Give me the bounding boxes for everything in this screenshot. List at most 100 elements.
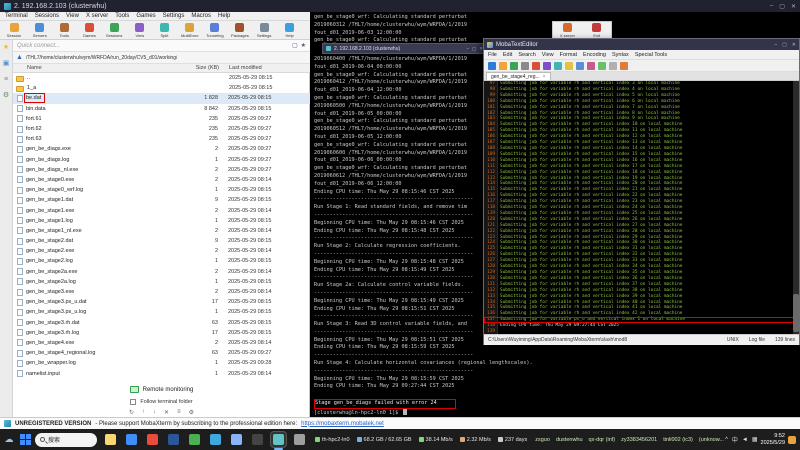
toolbar-button[interactable]: MultiExec: [177, 23, 202, 38]
upload-icon[interactable]: ↑: [142, 409, 145, 415]
chrome-icon[interactable]: [145, 432, 160, 447]
file-row[interactable]: fort.62 235 2025-05-29 09:27: [13, 124, 310, 134]
editor-menu-item[interactable]: File: [488, 52, 497, 58]
file-row[interactable]: gen_be_stage4_regional.log 63 2025-05-29…: [13, 348, 310, 358]
refresh-icon[interactable]: ↻: [129, 409, 134, 416]
menu-item[interactable]: X server: [86, 13, 108, 19]
maximize-icon[interactable]: ▢: [779, 3, 785, 10]
file-row[interactable]: gen_be_stage3.ps_u.log 1 2025-05-29 08:1…: [13, 307, 310, 317]
notification-icon[interactable]: [788, 436, 796, 444]
file-row[interactable]: gen_be_stage1.dat 9 2025-05-29 08:15: [13, 195, 310, 205]
menu-item[interactable]: Help: [218, 13, 230, 19]
follow-terminal-folder-checkbox[interactable]: Follow terminal folder: [13, 397, 310, 407]
menu-item[interactable]: Sessions: [35, 13, 59, 19]
file-row[interactable]: gen_be_stage2.dat 9 2025-05-29 08:15: [13, 236, 310, 246]
minimize-icon[interactable]: –: [466, 46, 469, 52]
file-row[interactable]: bin.data 8 842 2025-05-29 08:15: [13, 104, 310, 114]
minimize-icon[interactable]: –: [774, 42, 777, 48]
menu-item[interactable]: Tools: [115, 13, 129, 19]
file-row[interactable]: gen_be_stage4.exe 2 2025-05-29 08:14: [13, 338, 310, 348]
maximize-icon[interactable]: ▢: [782, 42, 787, 48]
editor-titlebar[interactable]: MobaTextEditor – ▢ ✕: [484, 39, 799, 50]
wechat-icon[interactable]: [187, 432, 202, 447]
star-icon[interactable]: ★: [301, 42, 306, 49]
file-row[interactable]: .. 2025-05-29 08:15: [13, 73, 310, 83]
redo-icon[interactable]: [543, 62, 551, 70]
file-row[interactable]: gen_be_stage2.exe 2 2025-05-29 08:14: [13, 246, 310, 256]
toolbar-button[interactable]: Tunneling: [202, 23, 227, 38]
registration-link[interactable]: https://mobaxterm.mobatek.net: [301, 421, 384, 427]
file-row[interactable]: gen_be_stage1.log 1 2025-05-29 08:15: [13, 216, 310, 226]
sftp-tab-icon[interactable]: ⚙: [3, 92, 9, 100]
paste-icon[interactable]: [576, 62, 584, 70]
menu-item[interactable]: Settings: [163, 13, 185, 19]
new-session-icon[interactable]: ▢: [292, 42, 298, 49]
taskbar-clock[interactable]: 9:52 2025/5/29: [761, 433, 785, 447]
scrollbar-thumb[interactable]: [793, 294, 799, 332]
editor-menu-item[interactable]: Format: [560, 52, 577, 58]
start-button[interactable]: [20, 434, 31, 445]
tab-close-icon[interactable]: ×: [543, 74, 546, 80]
toolbar-button[interactable]: Packages: [227, 23, 252, 38]
maximize-icon[interactable]: ▢: [472, 46, 476, 52]
menu-item[interactable]: Macros: [191, 13, 211, 19]
syntax-icon[interactable]: [620, 62, 628, 70]
exit-button[interactable]: Exit: [583, 23, 611, 38]
vscode-icon[interactable]: [208, 432, 223, 447]
parent-folder-icon[interactable]: ▲: [16, 54, 23, 61]
toolbar-button[interactable]: Settings: [252, 23, 277, 38]
file-row[interactable]: gen_be_stage2.log 1 2025-05-29 08:15: [13, 256, 310, 266]
toolbar-button[interactable]: Tools: [52, 23, 77, 38]
encoding-indicator[interactable]: UNIX: [727, 337, 739, 343]
word-icon[interactable]: [166, 432, 181, 447]
file-row[interactable]: gen_be_diags.log 1 2025-05-29 09:27: [13, 155, 310, 165]
toolbar-button[interactable]: Games: [77, 23, 102, 38]
toolbar-button[interactable]: Servers: [27, 23, 52, 38]
notepad-icon[interactable]: [229, 432, 244, 447]
file-row[interactable]: fort.63 235 2025-05-29 09:27: [13, 134, 310, 144]
editor-tab[interactable]: gen_be_stage4_reg... ×: [486, 72, 551, 80]
toolbar-button[interactable]: Session: [2, 23, 27, 38]
column-size[interactable]: Size (KB): [161, 65, 223, 71]
file-row[interactable]: gen_be_stage0_wrf.log 1 2025-05-29 08:15: [13, 185, 310, 195]
xserver-button[interactable]: X server: [554, 23, 582, 38]
minimize-icon[interactable]: –: [770, 3, 773, 10]
toolbar-button[interactable]: Sessions: [102, 23, 127, 38]
edge-icon[interactable]: [124, 432, 139, 447]
editor-scrollbar[interactable]: [793, 81, 799, 334]
terminal-icon[interactable]: [250, 432, 265, 447]
file-row[interactable]: gen_be_stage1.exe 2 2025-05-29 08:14: [13, 205, 310, 215]
weather-icon[interactable]: ☁: [2, 434, 16, 445]
tray-chevron-icon[interactable]: ^: [725, 437, 728, 443]
column-modified[interactable]: Last modified: [223, 65, 310, 71]
file-row[interactable]: gen_be_wrapper.log 1 2025-05-29 09:28: [13, 358, 310, 368]
menu-item[interactable]: Terminal: [5, 13, 28, 19]
editor-menu-item[interactable]: Search: [518, 52, 535, 58]
cut-icon[interactable]: [554, 62, 562, 70]
close-icon[interactable]: ✕: [791, 3, 796, 10]
file-row[interactable]: gen_be_stage2a.exe 2 2025-05-29 08:14: [13, 267, 310, 277]
toolbar-button[interactable]: Split: [152, 23, 177, 38]
editor-menu-item[interactable]: Encoding: [583, 52, 606, 58]
macros-tab-icon[interactable]: ≡: [4, 76, 8, 84]
ime-indicator[interactable]: 中: [732, 435, 738, 444]
close-icon[interactable]: ✕: [792, 42, 796, 48]
file-row[interactable]: gen_be_diags_nl.exe 2 2025-05-29 09:27: [13, 165, 310, 175]
editor-menu-item[interactable]: Syntax: [612, 52, 629, 58]
file-row[interactable]: gen_be_stage3.ps_u.dat 17 2025-05-29 08:…: [13, 297, 310, 307]
file-row[interactable]: namelist.input 1 2025-05-29 08:14: [13, 368, 310, 378]
taskbar-search[interactable]: 搜索: [35, 433, 97, 447]
editor-menu-item[interactable]: Edit: [503, 52, 512, 58]
file-explorer-icon[interactable]: [103, 432, 118, 447]
editor-menu-item[interactable]: Special Tools: [635, 52, 667, 58]
editor-menu-item[interactable]: View: [542, 52, 554, 58]
file-row[interactable]: gen_be_stage3.rh.dat 63 2025-05-29 08:15: [13, 318, 310, 328]
replace-icon[interactable]: [598, 62, 606, 70]
network-icon[interactable]: ▦: [752, 436, 758, 443]
remote-monitoring-button[interactable]: Remote monitoring: [13, 383, 310, 396]
file-row[interactable]: gen_be_stage2a.log 1 2025-05-29 08:15: [13, 277, 310, 287]
file-row[interactable]: gen_be_diags.exe 2 2025-05-29 09:27: [13, 144, 310, 154]
tools-tab-icon[interactable]: ▣: [3, 60, 10, 68]
menu-item[interactable]: Games: [136, 13, 155, 19]
save-icon[interactable]: [510, 62, 518, 70]
